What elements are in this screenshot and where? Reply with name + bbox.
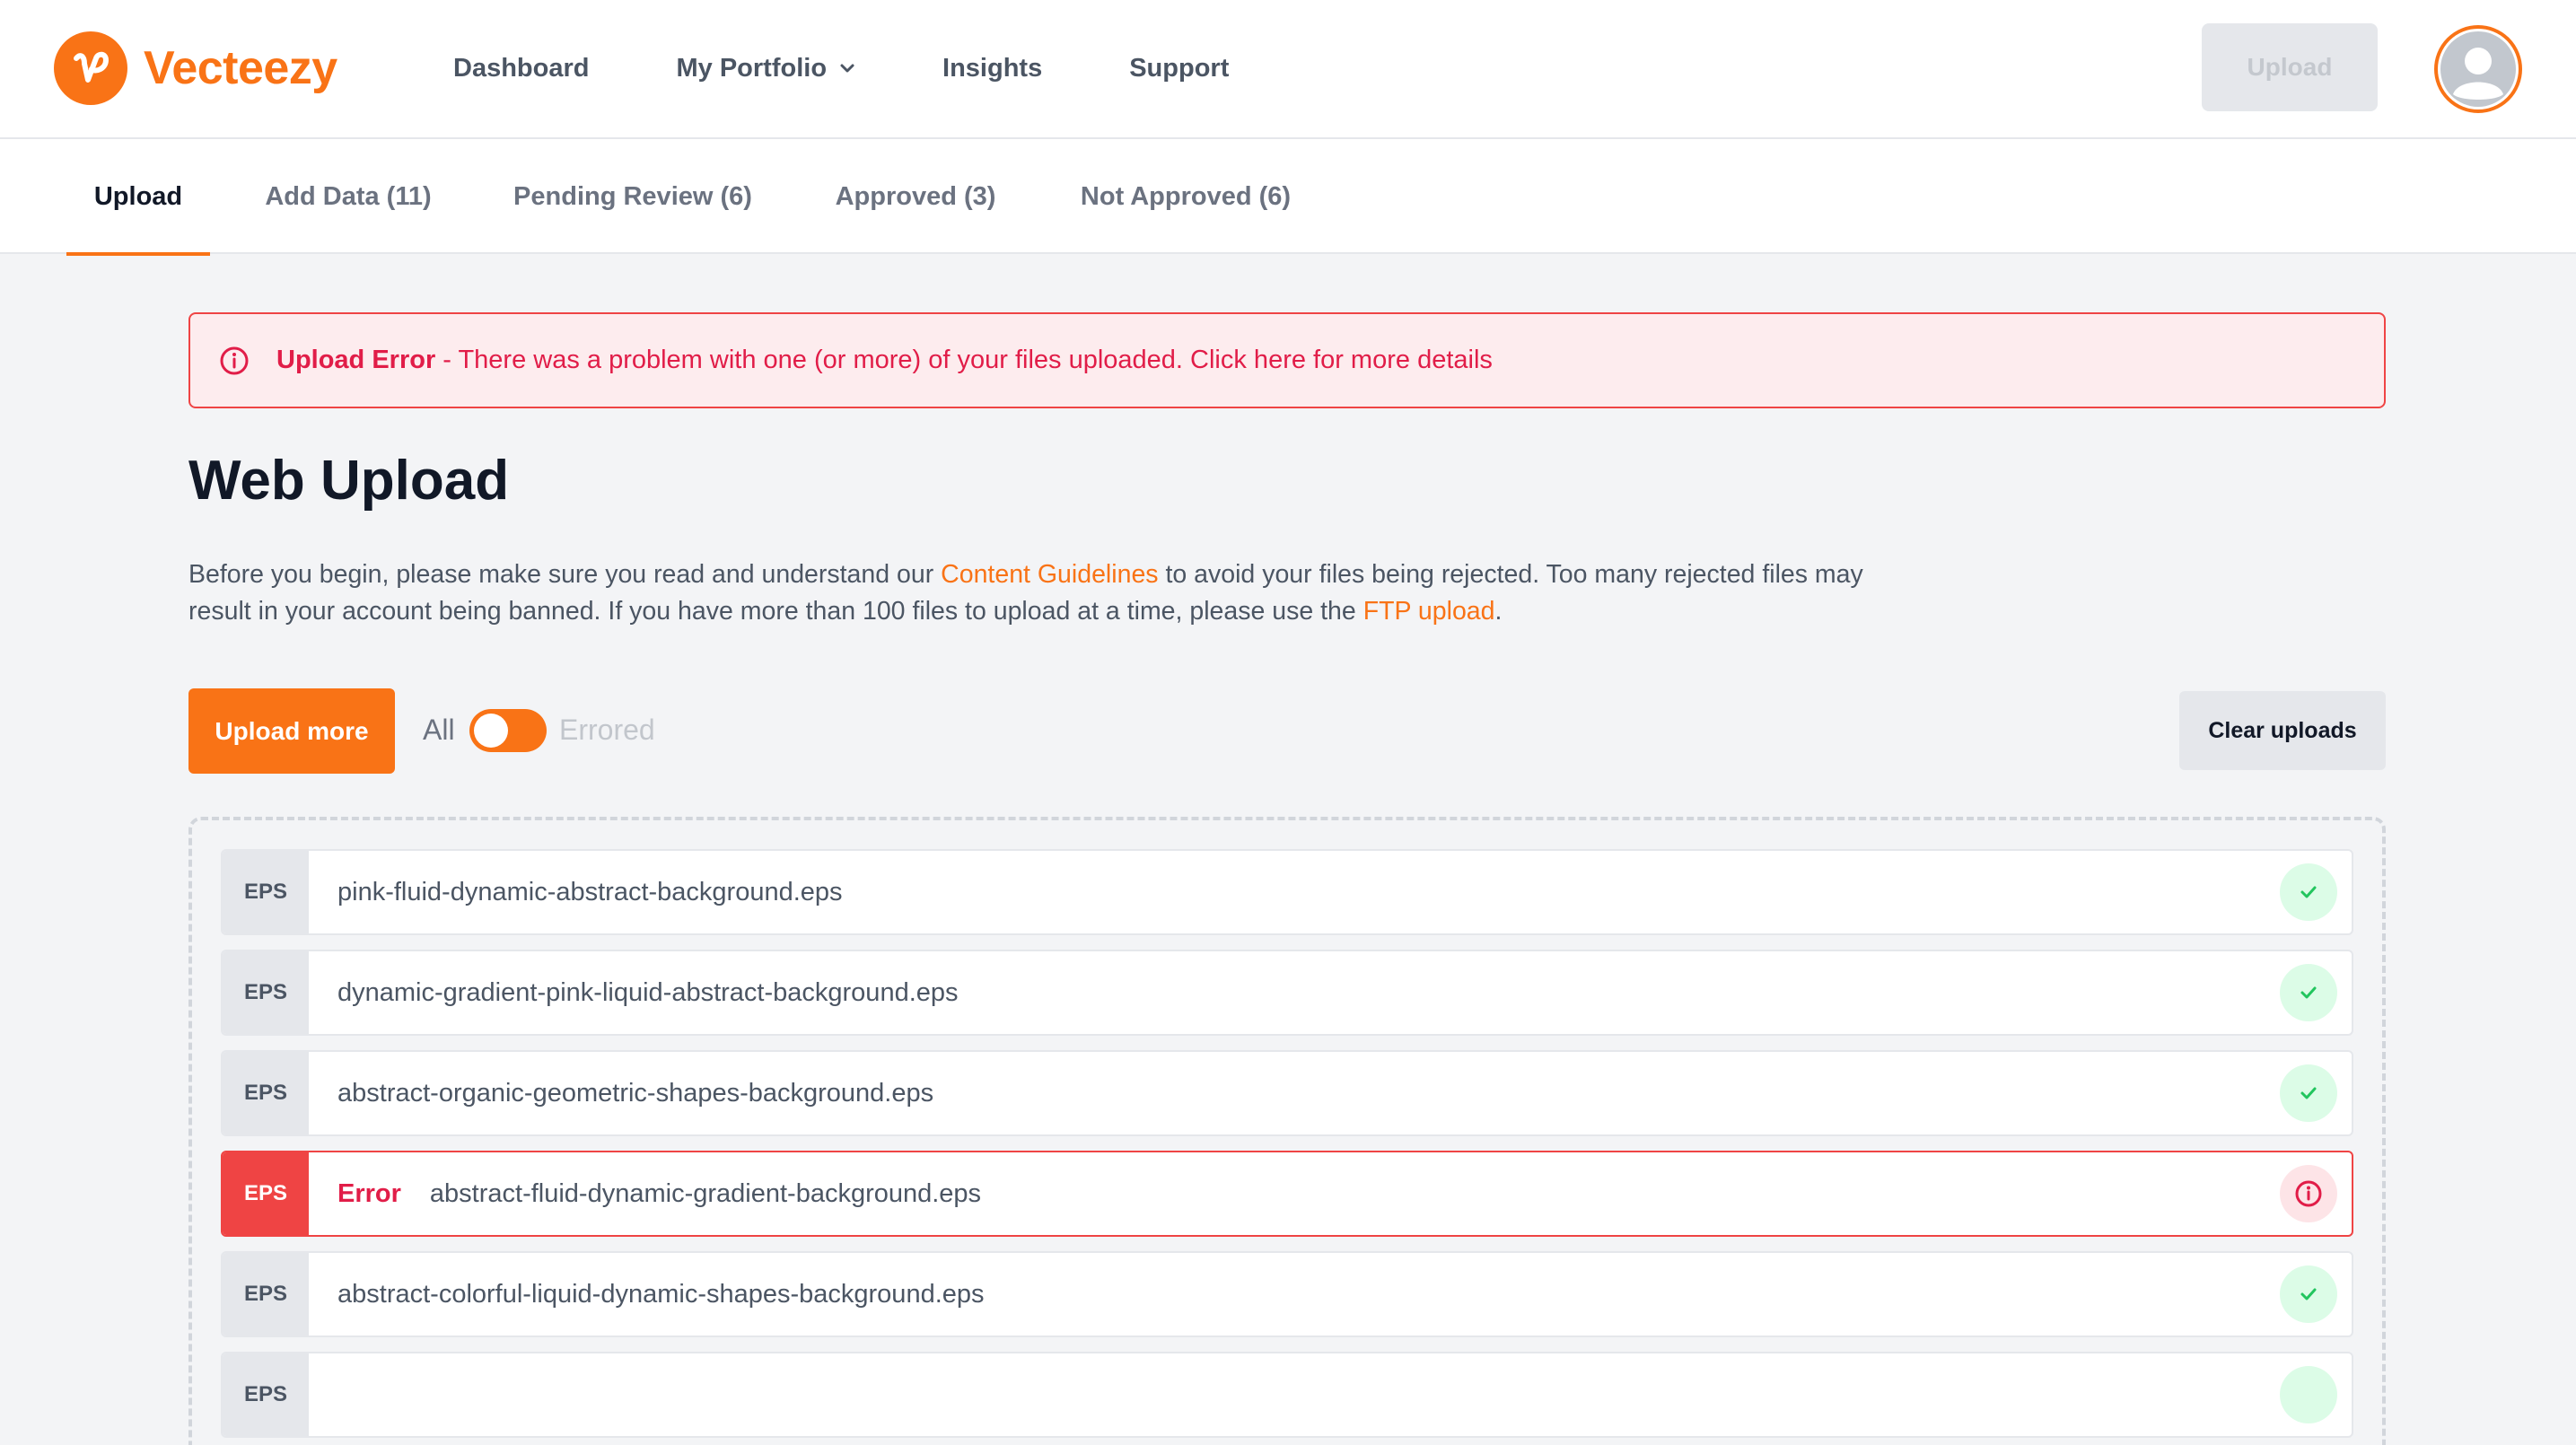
intro-text: Before you begin, please make sure you r…	[188, 556, 1894, 630]
tab-pending-review[interactable]: Pending Review (6)	[503, 139, 763, 254]
nav-my-portfolio[interactable]: My Portfolio	[676, 54, 855, 83]
tab-approved[interactable]: Approved (3)	[821, 139, 1010, 254]
ftp-upload-link[interactable]: FTP upload	[1363, 597, 1495, 626]
upload-error-alert[interactable]: Upload Error - There was a problem with …	[188, 312, 2386, 408]
content-guidelines-link[interactable]: Content Guidelines	[941, 560, 1158, 589]
file-name: abstract-fluid-dynamic-gradient-backgrou…	[429, 1178, 982, 1208]
success-check-icon	[2280, 1265, 2337, 1323]
tab-add-data[interactable]: Add Data (11)	[251, 139, 445, 254]
alert-title: Upload Error	[276, 346, 436, 374]
vecteezy-logo-icon	[54, 31, 127, 105]
file-name: abstract-colorful-liquid-dynamic-shapes-…	[337, 1279, 985, 1309]
toggle-knob	[474, 714, 508, 748]
user-avatar[interactable]	[2434, 25, 2522, 113]
upload-tabs: Upload Add Data (11) Pending Review (6) …	[0, 139, 2576, 256]
file-type-badge: EPS	[223, 1353, 309, 1436]
filter-errored-label: Errored	[559, 714, 655, 746]
success-check-icon	[2280, 1064, 2337, 1122]
file-type-badge: EPS	[223, 1052, 309, 1134]
file-row[interactable]: EPS dynamic-gradient-pink-liquid-abstrac…	[221, 950, 2353, 1036]
file-name: abstract-organic-geometric-shapes-backgr…	[337, 1078, 934, 1108]
file-type-badge: EPS	[223, 1152, 309, 1235]
page-title: Web Upload	[188, 450, 510, 512]
file-row[interactable]: EPS abstract-organic-geometric-shapes-ba…	[221, 1050, 2353, 1136]
top-navigation-bar: Vecteezy Dashboard My Portfolio Insights…	[0, 0, 2576, 139]
intro-text-part-1: Before you begin, please make sure you r…	[188, 560, 942, 589]
file-name: dynamic-gradient-pink-liquid-abstract-ba…	[337, 977, 959, 1007]
nav-dashboard[interactable]: Dashboard	[453, 54, 589, 83]
success-check-icon	[2280, 964, 2337, 1021]
success-check-icon	[2280, 863, 2337, 921]
nav-insights[interactable]: Insights	[942, 54, 1042, 83]
user-placeholder-icon	[2440, 31, 2516, 107]
alert-circle-icon	[219, 346, 250, 376]
nav-my-portfolio-label: My Portfolio	[676, 53, 828, 83]
clear-uploads-button[interactable]: Clear uploads	[2179, 691, 2386, 770]
error-info-icon[interactable]	[2280, 1165, 2337, 1222]
intro-text-part-3: .	[1494, 597, 1503, 626]
errored-filter-toggle[interactable]	[469, 709, 547, 752]
file-row[interactable]: EPS	[221, 1352, 2353, 1438]
file-type-badge: EPS	[223, 951, 309, 1034]
vecteezy-logo[interactable]: Vecteezy	[54, 29, 337, 108]
tab-not-approved[interactable]: Not Approved (6)	[1068, 139, 1303, 254]
alert-message: - There was a problem with one (or more)…	[442, 346, 1493, 374]
file-type-badge: EPS	[223, 1253, 309, 1336]
file-name: pink-fluid-dynamic-abstract-background.e…	[337, 877, 843, 906]
upload-more-button[interactable]: Upload more	[188, 688, 395, 774]
file-type-badge: EPS	[223, 851, 309, 933]
success-check-icon	[2280, 1366, 2337, 1423]
file-row[interactable]: EPS pink-fluid-dynamic-abstract-backgrou…	[221, 849, 2353, 935]
main-nav: Dashboard My Portfolio Insights Support	[453, 0, 1316, 136]
tab-upload[interactable]: Upload	[66, 139, 210, 256]
file-error-label: Error	[337, 1178, 401, 1208]
chevron-down-icon	[839, 63, 855, 74]
file-row[interactable]: EPS abstract-colorful-liquid-dynamic-sha…	[221, 1251, 2353, 1337]
nav-support[interactable]: Support	[1129, 54, 1229, 83]
file-row-error[interactable]: EPS Error abstract-fluid-dynamic-gradien…	[221, 1151, 2353, 1237]
brand-name: Vecteezy	[144, 42, 337, 94]
filter-all-label: All	[423, 714, 455, 746]
header-upload-button[interactable]: Upload	[2202, 23, 2378, 111]
